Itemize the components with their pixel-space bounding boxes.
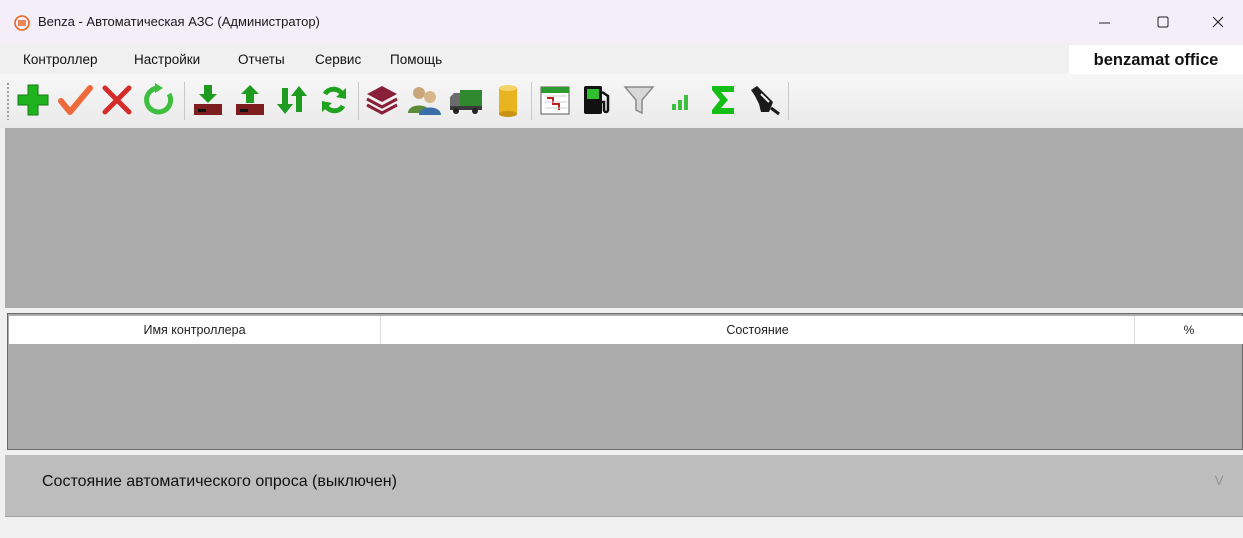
- layers-icon: [366, 86, 398, 115]
- delete-icon: [102, 85, 132, 115]
- menu-service[interactable]: Сервис: [315, 52, 361, 67]
- toolbar-separator: [184, 82, 185, 120]
- add-icon: [17, 84, 49, 116]
- title-bar: Benza - Автоматическая АЗС (Администрато…: [0, 0, 1243, 44]
- calendar-icon: [540, 86, 570, 115]
- upload-icon: [236, 85, 264, 115]
- auto-poll-status: Состояние автоматического опроса (выключ…: [42, 473, 397, 490]
- tank-icon: [499, 85, 517, 117]
- toolbar-separator: [531, 82, 532, 120]
- close-button[interactable]: [1192, 0, 1243, 44]
- expand-chevron-icon[interactable]: ⋁: [1215, 475, 1223, 486]
- refresh-button[interactable]: [139, 80, 179, 120]
- exchange-icon: [277, 86, 307, 114]
- upload-button[interactable]: [230, 80, 270, 120]
- minimize-icon: [1099, 22, 1110, 24]
- menu-controller[interactable]: Контроллер: [23, 52, 98, 67]
- column-header-name[interactable]: Имя контроллера: [9, 316, 381, 344]
- status-bar: [0, 517, 1243, 538]
- sync-icon: [322, 86, 346, 114]
- maximize-icon: [1157, 16, 1169, 28]
- app-window: Benza - Автоматическая АЗС (Администрато…: [0, 0, 1243, 538]
- controllers-grid[interactable]: Имя контроллера Состояние %: [7, 313, 1243, 450]
- menu-bar: Контроллер Настройки Отчеты Сервис Помощ…: [0, 44, 1243, 74]
- users-button[interactable]: [404, 80, 444, 120]
- top-panel: [5, 128, 1243, 308]
- refresh-icon: [144, 83, 174, 115]
- grid-header: Имя контроллера Состояние %: [9, 316, 1243, 344]
- minimize-button[interactable]: [1076, 0, 1134, 44]
- filter-button[interactable]: [619, 80, 659, 120]
- maximize-button[interactable]: [1134, 0, 1192, 44]
- sum-icon: [712, 86, 734, 114]
- check-icon: [58, 85, 93, 115]
- menu-settings[interactable]: Настройки: [134, 52, 200, 67]
- toolbar-separator: [788, 82, 789, 120]
- nozzle-button[interactable]: [745, 80, 785, 120]
- exchange-button[interactable]: [272, 80, 312, 120]
- toolbar-separator: [358, 82, 359, 120]
- app-logo-icon: [14, 15, 30, 31]
- auto-poll-panel[interactable]: Состояние автоматического опроса (выключ…: [5, 455, 1243, 516]
- column-header-percent[interactable]: %: [1135, 316, 1243, 344]
- sync-button[interactable]: [314, 80, 354, 120]
- tank-button[interactable]: [488, 80, 528, 120]
- menu-help[interactable]: Помощь: [390, 52, 442, 67]
- brand-label: benzamat office: [1069, 45, 1243, 75]
- menu-reports[interactable]: Отчеты: [238, 52, 285, 67]
- truck-icon: [450, 90, 482, 114]
- signal-icon: [672, 95, 688, 110]
- truck-button[interactable]: [446, 80, 486, 120]
- nozzle-icon: [751, 86, 780, 116]
- close-icon: [1212, 16, 1223, 28]
- download-button[interactable]: [188, 80, 228, 120]
- download-icon: [194, 85, 222, 115]
- sum-button[interactable]: [703, 80, 743, 120]
- filter-icon: [623, 86, 655, 115]
- fuel-pump-button[interactable]: [577, 80, 617, 120]
- layers-button[interactable]: [362, 80, 402, 120]
- calendar-button[interactable]: [535, 80, 575, 120]
- add-button[interactable]: [13, 80, 53, 120]
- signal-button[interactable]: [661, 80, 701, 120]
- window-title: Benza - Автоматическая АЗС (Администрато…: [38, 14, 320, 29]
- column-header-status[interactable]: Состояние: [381, 316, 1135, 344]
- apply-button[interactable]: [55, 80, 95, 120]
- fuel-pump-icon: [584, 86, 610, 114]
- delete-button[interactable]: [97, 80, 137, 120]
- users-icon: [408, 87, 441, 115]
- toolbar-grip[interactable]: [6, 82, 10, 120]
